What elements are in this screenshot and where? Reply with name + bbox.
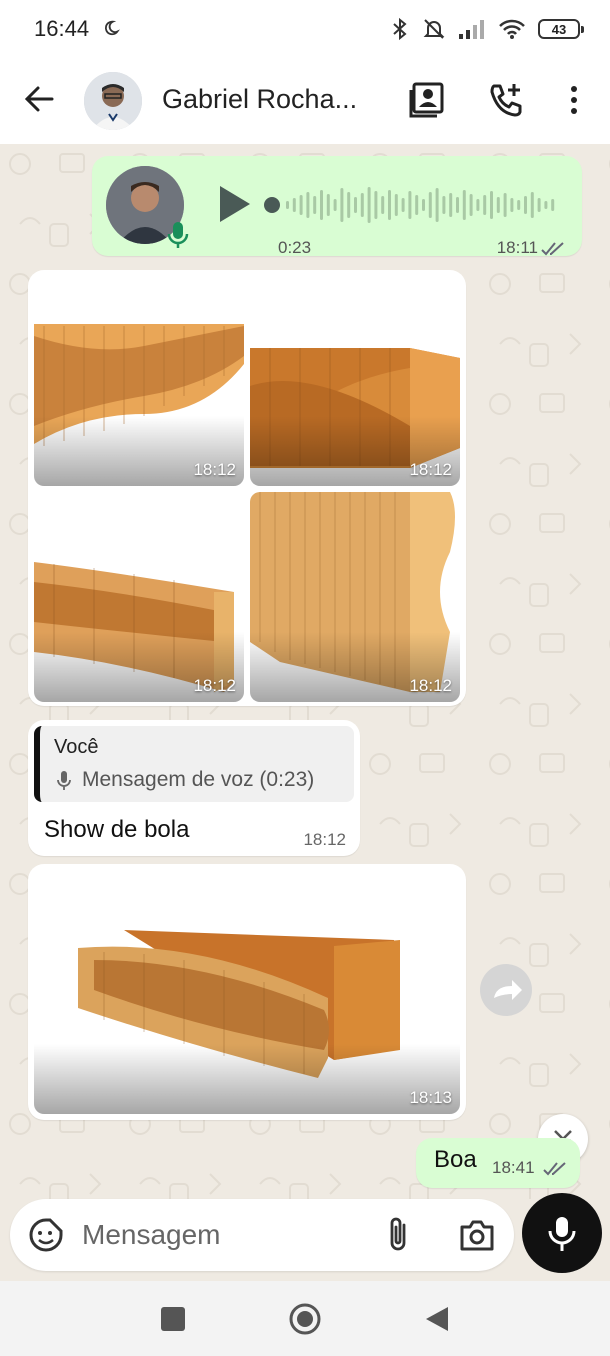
signal-icon (459, 20, 484, 39)
message-text: Boa (434, 1146, 477, 1173)
album-photo[interactable]: 18:12 (250, 492, 460, 702)
photo-time: 18:12 (409, 460, 452, 479)
album-photo[interactable]: 18:12 (34, 492, 244, 702)
chat-area[interactable]: 0:23 18:11 18:12 18:12 18:12 18:12 Você (0, 144, 610, 1199)
read-ticks-icon (543, 1162, 566, 1176)
quote-text: Mensagem de voz (0:23) (82, 768, 315, 791)
voice-duration: 0:23 (278, 238, 312, 257)
status-time: 16:44 (34, 16, 90, 41)
mic-icon (57, 771, 71, 790)
square-icon[interactable] (155, 1301, 191, 1337)
bluetooth-icon (393, 17, 407, 41)
more-vert-icon[interactable] (554, 80, 594, 120)
mic-icon (167, 222, 189, 248)
mic-icon (548, 1217, 576, 1251)
message-box (10, 1199, 514, 1271)
sticker-icon[interactable] (28, 1217, 64, 1253)
back-arrow-icon[interactable] (22, 82, 56, 116)
reply-message[interactable]: Você Mensagem de voz (0:23) Show de bola… (28, 720, 360, 856)
forward-button[interactable] (480, 964, 532, 1016)
album-photo[interactable]: 18:12 (250, 276, 460, 486)
status-bar: 16:44 43 (0, 0, 610, 58)
outgoing-message[interactable]: Boa 18:41 (416, 1138, 580, 1188)
photo-message[interactable]: 18:13 (28, 864, 466, 1120)
contact-name[interactable]: Gabriel Rocha... (162, 84, 372, 115)
photo-time: 18:12 (409, 676, 452, 695)
message-input[interactable] (82, 1211, 362, 1259)
status-icons: 43 (390, 16, 584, 42)
photo-album[interactable]: 18:12 18:12 18:12 18:12 (28, 270, 466, 706)
circle-icon[interactable] (287, 1301, 323, 1337)
message-time: 18:12 (303, 830, 346, 849)
moon-icon (104, 20, 120, 36)
album-photo[interactable]: 18:12 (34, 276, 244, 486)
quoted-message[interactable]: Você Mensagem de voz (0:23) (34, 726, 354, 802)
forward-icon (494, 980, 522, 1000)
read-ticks-icon (541, 242, 564, 256)
message-time: 18:41 (492, 1158, 535, 1177)
play-icon[interactable] (216, 184, 252, 224)
quote-author: Você (54, 736, 99, 758)
message-text: Show de bola (44, 816, 190, 843)
paperclip-icon[interactable] (382, 1215, 414, 1255)
photo-time: 18:12 (193, 460, 236, 479)
chat-header: Gabriel Rocha... (0, 58, 610, 144)
voice-waveform[interactable] (264, 182, 564, 228)
voice-record-button[interactable] (522, 1193, 602, 1273)
battery-icon: 43 (538, 19, 584, 39)
mute-bell-icon (423, 19, 445, 39)
message-time: 18:11 (496, 238, 538, 257)
camera-icon[interactable] (458, 1217, 496, 1253)
photo-time: 18:13 (409, 1088, 452, 1107)
triangle-back-icon[interactable] (420, 1301, 456, 1337)
system-nav-bar (0, 1281, 610, 1356)
wifi-icon (499, 19, 525, 39)
photo-time: 18:12 (193, 676, 236, 695)
single-photo[interactable]: 18:13 (34, 870, 460, 1114)
avatar[interactable] (84, 72, 142, 130)
contact-card-icon[interactable] (408, 80, 448, 120)
composer (0, 1193, 610, 1281)
add-call-icon[interactable] (486, 80, 526, 120)
voice-message[interactable]: 0:23 18:11 (92, 156, 582, 257)
